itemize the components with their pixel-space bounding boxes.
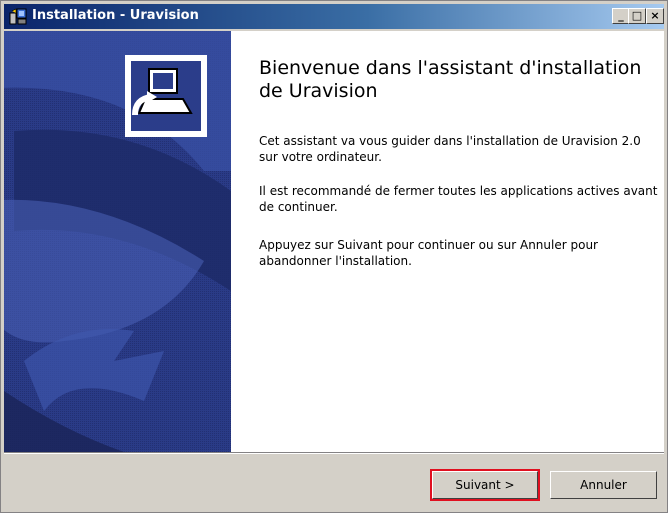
button-separator [4,452,664,454]
cancel-button[interactable]: Annuler [550,471,657,499]
setup-logo-box [125,55,207,137]
page-title: Bienvenue dans l'assistant d'installatio… [259,57,642,102]
instructions-paragraph: Appuyez sur Suivant pour continuer ou su… [259,238,598,268]
title-bar[interactable]: Installation - Uravision _ □ × [4,4,664,29]
intro-paragraph: Cet assistant va vous guider dans l'inst… [259,134,641,164]
maximize-button[interactable]: □ [628,8,646,24]
next-button[interactable]: Suivant > [430,469,540,501]
window-title: Installation - Uravision [32,8,199,23]
wizard-body: Bienvenue dans l'assistant d'installatio… [4,31,664,452]
installer-icon [9,8,27,25]
wizard-main-panel: Bienvenue dans l'assistant d'installatio… [231,31,664,452]
installer-window: Installation - Uravision _ □ × Bienvenue… [0,0,668,513]
setup-computer-icon [131,61,201,131]
recommendation-paragraph: Il est recommandé de fermer toutes les a… [259,184,658,214]
wizard-side-image [4,31,231,452]
close-button[interactable]: × [646,8,664,24]
